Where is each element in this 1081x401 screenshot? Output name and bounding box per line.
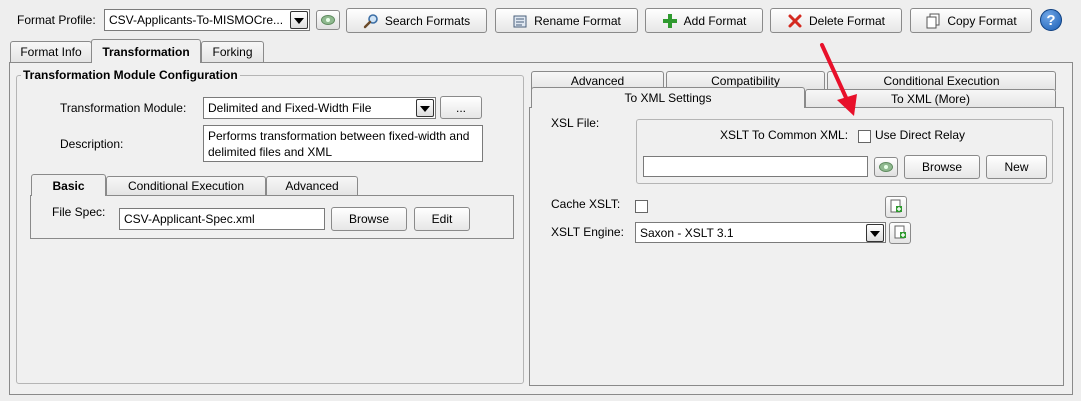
add-cache-button[interactable] <box>885 196 907 218</box>
search-formats-button[interactable]: Search Formats <box>346 8 487 33</box>
eye-icon <box>879 162 893 172</box>
tab-right-conditional-execution[interactable]: Conditional Execution <box>827 71 1056 90</box>
tab-conditional-execution[interactable]: Conditional Execution <box>106 176 266 195</box>
file-spec-input[interactable]: CSV-Applicant-Spec.xml <box>119 208 325 230</box>
copy-icon <box>925 13 941 29</box>
view-xsl-button[interactable] <box>874 157 898 177</box>
delete-x-icon <box>787 13 803 29</box>
add-format-label: Add Format <box>683 13 747 28</box>
cache-xslt-label: Cache XSLT: <box>551 197 621 211</box>
tab-to-xml-settings[interactable]: To XML Settings <box>531 87 805 108</box>
search-icon <box>363 13 379 29</box>
transformation-module-select[interactable]: Delimited and Fixed-Width File <box>203 97 436 119</box>
rename-format-button[interactable]: Rename Format <box>495 8 638 33</box>
delete-format-label: Delete Format <box>808 13 886 28</box>
xsl-browse-button[interactable]: Browse <box>904 155 980 179</box>
add-engine-button[interactable] <box>889 222 911 244</box>
rename-icon <box>512 13 528 29</box>
copy-format-label: Copy Format <box>947 13 1017 28</box>
use-direct-relay-label: Use Direct Relay <box>875 128 966 142</box>
chevron-down-icon[interactable] <box>290 11 308 29</box>
search-formats-label: Search Formats <box>384 13 471 28</box>
xslt-engine-label: XSLT Engine: <box>551 225 624 239</box>
plus-icon <box>662 13 678 29</box>
add-document-icon <box>893 225 907 242</box>
file-spec-browse-button[interactable]: Browse <box>331 207 407 231</box>
description-field: Performs transformation between fixed-wi… <box>203 125 483 162</box>
view-profile-button[interactable] <box>316 10 340 30</box>
file-spec-label: File Spec: <box>52 205 106 219</box>
module-options-button[interactable]: ... <box>440 96 482 119</box>
add-format-button[interactable]: Add Format <box>645 8 763 33</box>
tab-transformation[interactable]: Transformation <box>91 39 201 63</box>
format-profile-label: Format Profile: <box>17 13 96 27</box>
use-direct-relay-checkbox[interactable] <box>858 130 871 143</box>
group-title: Transformation Module Configuration <box>21 68 240 82</box>
description-label: Description: <box>60 137 124 151</box>
transformation-module-label: Transformation Module: <box>60 101 187 115</box>
add-document-icon <box>889 199 903 216</box>
annotation-arrow-icon <box>820 43 857 116</box>
chevron-down-icon[interactable] <box>416 99 434 117</box>
xsl-file-input[interactable] <box>643 156 868 177</box>
tab-forking[interactable]: Forking <box>201 41 264 62</box>
format-profile-select[interactable]: CSV-Applicants-To-MISMOCre... <box>104 9 310 31</box>
xsl-new-button[interactable]: New <box>986 155 1047 179</box>
delete-format-button[interactable]: Delete Format <box>770 8 902 33</box>
chevron-down-icon[interactable] <box>866 224 884 242</box>
xslt-engine-select[interactable]: Saxon - XSLT 3.1 <box>635 222 886 243</box>
eye-icon <box>321 15 335 25</box>
rename-format-label: Rename Format <box>534 13 621 28</box>
copy-format-button[interactable]: Copy Format <box>910 8 1032 33</box>
xsl-file-label: XSL File: <box>551 116 600 130</box>
tab-advanced[interactable]: Advanced <box>266 176 358 195</box>
format-profile-value: CSV-Applicants-To-MISMOCre... <box>109 13 284 27</box>
cache-xslt-checkbox[interactable] <box>635 200 648 213</box>
tab-format-info[interactable]: Format Info <box>10 41 92 62</box>
help-icon[interactable]: ? <box>1040 9 1062 31</box>
xslt-common-xml-label: XSLT To Common XML: <box>720 128 849 142</box>
file-spec-edit-button[interactable]: Edit <box>414 207 470 231</box>
tab-basic[interactable]: Basic <box>31 174 106 196</box>
